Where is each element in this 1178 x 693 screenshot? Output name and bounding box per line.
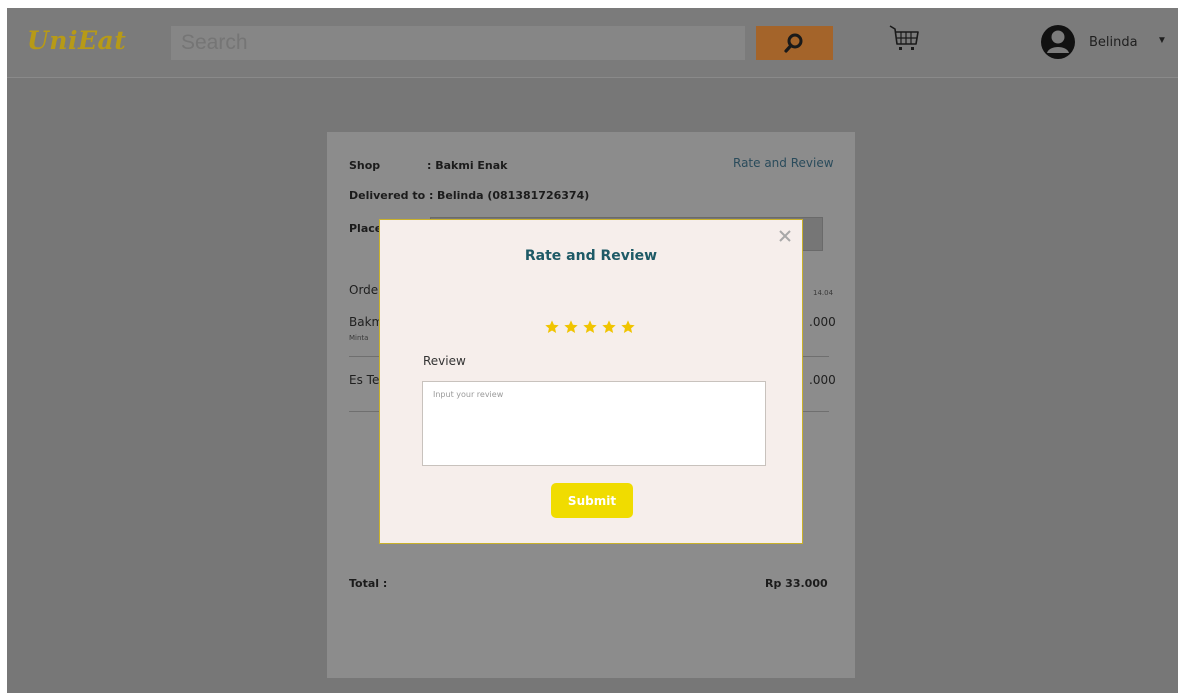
modal-title: Rate and Review <box>524 248 658 264</box>
star-icon[interactable] <box>620 319 636 335</box>
delivered-to-value: Belinda (081381726374) <box>437 189 590 202</box>
user-avatar-icon <box>1041 25 1075 59</box>
item-note: Minta <box>349 334 369 342</box>
cart-icon <box>889 25 919 50</box>
review-label: Review <box>423 354 466 368</box>
logo[interactable]: UniEat <box>27 26 126 55</box>
item-price: .000 <box>809 315 836 329</box>
order-time: 14.04 <box>813 289 834 297</box>
item-price: .000 <box>809 373 836 387</box>
rate-review-link[interactable]: Rate and Review <box>733 156 834 170</box>
close-button[interactable] <box>777 228 793 244</box>
order-label: Orde <box>349 283 379 297</box>
submit-button[interactable]: Submit <box>551 483 633 518</box>
delivered-to-label: Delivered to : <box>349 189 434 202</box>
total-label: Total : <box>349 577 388 590</box>
app-frame: UniEat Bel <box>7 8 1178 693</box>
cart-button[interactable] <box>887 22 923 60</box>
review-textarea[interactable] <box>422 381 766 466</box>
search-button[interactable] <box>756 26 833 60</box>
place-label: Place <box>349 222 383 235</box>
shop-label: Shop <box>349 159 381 172</box>
rate-review-modal: Rate and Review Review Submit <box>379 219 803 544</box>
total-value: Rp 33.000 <box>765 577 828 590</box>
star-icon[interactable] <box>582 319 598 335</box>
star-icon[interactable] <box>544 319 560 335</box>
star-icon[interactable] <box>601 319 617 335</box>
shop-name: : Bakmi Enak <box>427 159 508 172</box>
chevron-down-icon[interactable]: ▼ <box>1157 35 1167 46</box>
search-input[interactable] <box>171 26 745 60</box>
user-menu[interactable]: Belinda ▼ <box>1040 24 1175 62</box>
close-icon <box>779 230 791 242</box>
user-name: Belinda <box>1089 35 1138 50</box>
star-icon[interactable] <box>563 319 579 335</box>
search-icon <box>784 33 803 53</box>
top-bar: UniEat Bel <box>7 8 1178 78</box>
star-rating[interactable] <box>544 319 644 335</box>
item-name: Es Te <box>349 373 380 387</box>
